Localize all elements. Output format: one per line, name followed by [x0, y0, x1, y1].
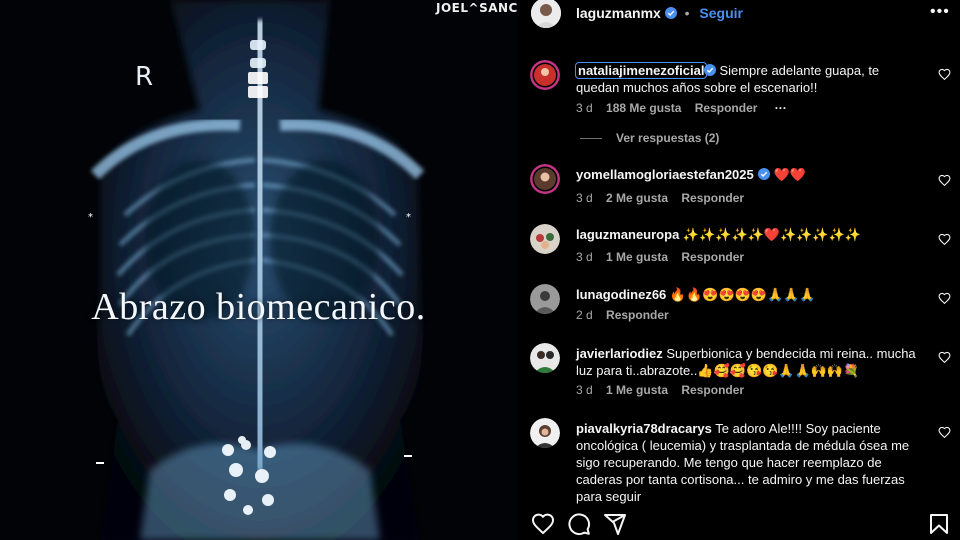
verified-badge-icon [757, 168, 770, 180]
reply-button[interactable]: Responder [606, 308, 669, 322]
header-separator: • [684, 5, 690, 21]
post-action-bar [517, 510, 960, 540]
comment-time: 3 d [576, 250, 593, 264]
avatar-photo-icon [530, 343, 560, 373]
reply-button[interactable]: Responder [681, 250, 744, 264]
post-caption-overlay: Abrazo biomecanico. [91, 286, 426, 328]
comment-time: 2 d [576, 308, 593, 322]
comment-text: javierlariodiez Superbionica y bendecida… [576, 345, 928, 379]
comment-more-button[interactable]: ··· [775, 101, 787, 115]
avatar-photo-icon [530, 164, 560, 194]
heart-icon[interactable] [938, 68, 951, 81]
comment-username[interactable]: lunagodinez66 [576, 287, 666, 302]
comment-meta: 3 d 2 Me gusta Responder [576, 191, 754, 205]
comment-username[interactable]: yomellamogloriaestefan2025 [576, 167, 754, 182]
author-username[interactable]: laguzmanmx • Seguir [576, 5, 743, 21]
heart-icon[interactable] [938, 233, 951, 246]
commenter-avatar[interactable] [530, 343, 560, 373]
comment-meta: 3 d 1 Me gusta Responder [576, 250, 754, 264]
heart-icon[interactable] [938, 351, 951, 364]
avatar-photo-icon [530, 60, 560, 90]
heart-icon[interactable] [938, 292, 951, 305]
comment-icon[interactable] [567, 512, 591, 536]
comment-time: 3 d [576, 191, 593, 205]
reply-button[interactable]: Responder [681, 191, 744, 205]
xray-watermark: JOEL^SANCHE [436, 1, 517, 15]
view-replies-label[interactable]: Ver respuestas (2) [616, 131, 719, 145]
reply-button[interactable]: Responder [681, 383, 744, 397]
verified-badge-icon [664, 7, 677, 19]
comment-meta: 2 d Responder [576, 308, 679, 322]
commenter-avatar[interactable] [530, 60, 560, 90]
svg-text:*: * [406, 212, 411, 223]
comment-likes[interactable]: 188 Me gusta [606, 101, 681, 115]
comment-text: piavalkyria78dracarys Te adoro Ale!!!! S… [576, 420, 926, 505]
comment-body: ✨✨✨✨✨❤️✨✨✨✨✨ [682, 227, 861, 242]
comment-likes[interactable]: 2 Me gusta [606, 191, 668, 205]
commenter-avatar[interactable] [530, 164, 560, 194]
xray-side-marker: R [135, 62, 154, 92]
comment-text: lunagodinez66 🔥🔥😍😍😍😍🙏🙏🙏 [576, 286, 926, 303]
comment-body: 🔥🔥😍😍😍😍🙏🙏🙏 [669, 287, 816, 302]
comment-body: ❤️❤️ [773, 167, 807, 182]
comment-text: yomellamogloriaestefan2025 ❤️❤️ [576, 166, 926, 183]
commenter-avatar[interactable] [530, 224, 560, 254]
post-header: laguzmanmx • Seguir ••• [517, 0, 960, 30]
comment-username[interactable]: javierlariodiez [576, 346, 663, 361]
commenter-avatar[interactable] [530, 418, 560, 448]
view-replies-button[interactable]: Ver respuestas (2) [580, 131, 719, 145]
comment-meta: 3 d 188 Me gusta Responder ··· [576, 101, 797, 115]
replies-divider [580, 138, 602, 140]
comment-likes[interactable]: 1 Me gusta [606, 383, 668, 397]
post-media[interactable]: * * R JOEL^SANCHE Abrazo biomecanico. [0, 0, 517, 540]
avatar-photo-icon [530, 418, 560, 448]
heart-icon[interactable] [938, 174, 951, 187]
avatar-photo-icon [530, 224, 560, 254]
share-icon[interactable] [603, 512, 627, 536]
verified-badge-icon [704, 64, 717, 76]
author-avatar[interactable] [531, 0, 561, 28]
commenter-avatar[interactable] [530, 284, 560, 314]
comment-username[interactable]: piavalkyria78dracarys [576, 421, 712, 436]
author-username-text[interactable]: laguzmanmx [576, 5, 661, 21]
comment-username[interactable]: laguzmaneuropa [576, 227, 679, 242]
reply-button[interactable]: Responder [695, 101, 758, 115]
heart-icon[interactable] [531, 512, 555, 536]
comment-time: 3 d [576, 101, 593, 115]
follow-button[interactable]: Seguir [699, 5, 743, 21]
comment-meta: 3 d 1 Me gusta Responder [576, 383, 754, 397]
more-horizontal-icon[interactable]: ••• [930, 3, 950, 21]
comment-likes[interactable]: 1 Me gusta [606, 250, 668, 264]
bookmark-icon[interactable] [927, 512, 951, 536]
comments-panel: laguzmanmx • Seguir ••• nataliajimenezof… [517, 0, 960, 540]
xray-image: * * [0, 0, 517, 540]
avatar-photo-icon [530, 284, 560, 314]
comment-text: nataliajimenezoficial Siempre adelante gu… [574, 62, 926, 96]
heart-icon[interactable] [938, 426, 951, 439]
comment-text: laguzmaneuropa ✨✨✨✨✨❤️✨✨✨✨✨ [576, 226, 926, 243]
avatar-photo-icon [531, 0, 561, 28]
comment-username[interactable]: nataliajimenezoficial [574, 62, 708, 79]
comment-time: 3 d [576, 383, 593, 397]
svg-text:*: * [88, 212, 93, 223]
